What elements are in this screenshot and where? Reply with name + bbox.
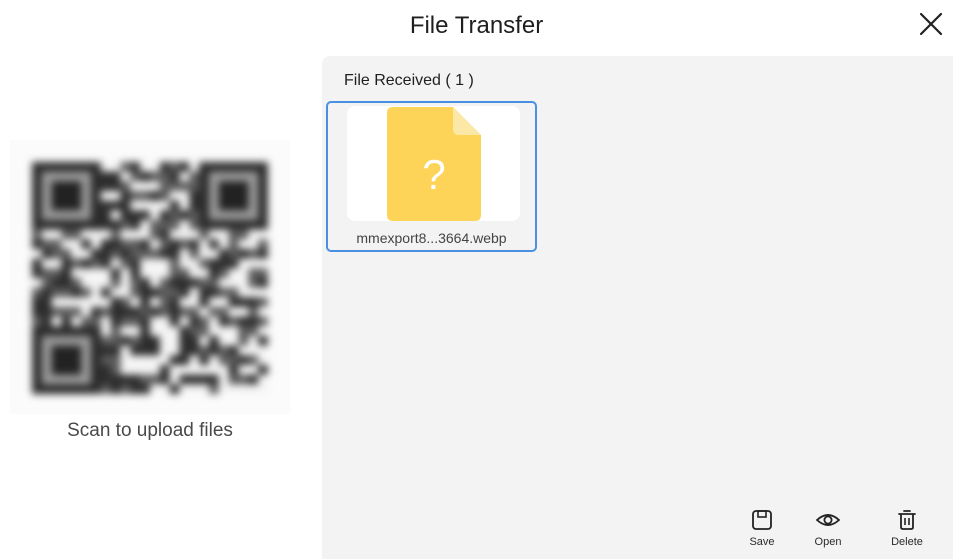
qr-code-area	[10, 140, 290, 414]
close-icon[interactable]	[919, 12, 943, 36]
trash-icon	[898, 510, 916, 530]
window-title: File Transfer	[409, 12, 544, 39]
qr-code-image	[32, 162, 268, 394]
open-label: Open	[814, 536, 842, 548]
file-item[interactable]: ? mmexport8...3664.webp	[326, 101, 537, 252]
svg-text:?: ?	[422, 151, 445, 198]
open-button[interactable]: Open	[798, 509, 858, 555]
file-thumbnail: ?	[347, 106, 520, 221]
save-button[interactable]: Save	[732, 509, 792, 555]
eye-icon	[815, 514, 841, 526]
received-files-header: File Received ( 1 )	[344, 72, 474, 89]
save-label: Save	[749, 536, 775, 548]
delete-label: Delete	[891, 536, 923, 548]
unknown-file-icon: ?	[387, 107, 481, 221]
file-actions-toolbar: Save Open Delete	[732, 509, 953, 555]
file-name: mmexport8...3664.webp	[356, 230, 507, 246]
received-files-panel: File Received ( 1 ) ? mmexport8...3664.w…	[322, 56, 953, 559]
delete-button[interactable]: Delete	[877, 509, 937, 555]
scan-to-upload-label: Scan to upload files	[67, 420, 233, 441]
save-icon	[752, 510, 772, 530]
